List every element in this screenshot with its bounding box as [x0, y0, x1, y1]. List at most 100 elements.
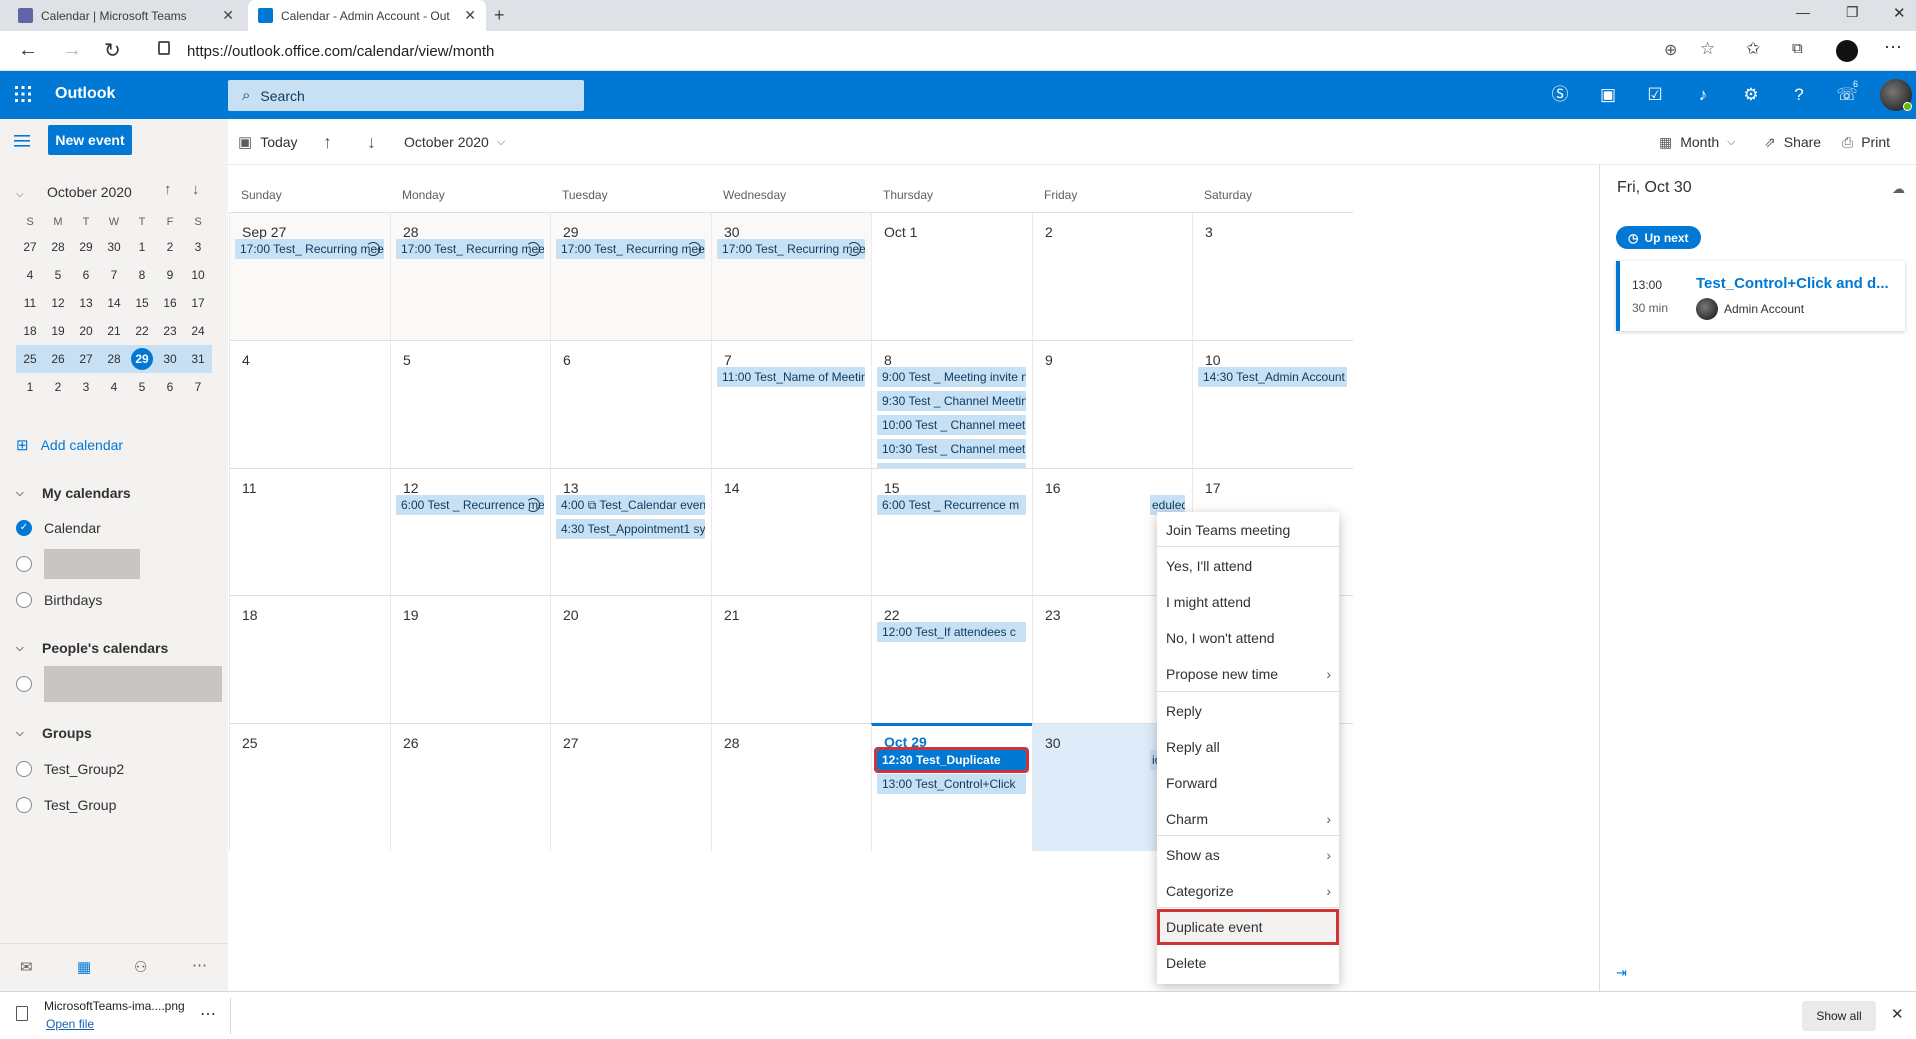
mini-day[interactable]: 19	[44, 317, 72, 345]
day-cell[interactable]: 9	[1032, 340, 1192, 468]
minimize-icon[interactable]: —	[1796, 4, 1810, 20]
mini-day[interactable]: 13	[72, 289, 100, 317]
restore-icon[interactable]: ❐	[1846, 4, 1859, 21]
mini-day[interactable]: 25	[16, 345, 44, 373]
calendar-event[interactable]: 10:00 Test _ Channel meeting in	[877, 415, 1026, 435]
mini-day[interactable]: 2	[156, 233, 184, 261]
day-cell[interactable]: 27	[550, 723, 711, 851]
open-file-link[interactable]: Open file	[46, 1017, 94, 1031]
mini-day[interactable]: 4	[100, 373, 128, 401]
day-cell[interactable]: 12	[390, 468, 550, 595]
agenda-event-card[interactable]: 13:00 30 min Test_Control+Click and d...…	[1616, 261, 1905, 331]
calendar-event[interactable]: 9:00 Test _ Meeting invite notific	[877, 367, 1026, 387]
print-button[interactable]: ⎙ Print	[1842, 119, 1890, 165]
office-icon[interactable]: ▣	[1597, 84, 1619, 106]
favorite-icon[interactable]: ☆	[1700, 39, 1715, 59]
calendar-item-redacted[interactable]	[0, 549, 140, 579]
day-cell[interactable]: 15	[871, 468, 1032, 595]
today-button[interactable]: ▣ Today	[238, 119, 298, 165]
unchecked-circle-icon[interactable]	[16, 676, 32, 692]
group-item-test-group[interactable]: Test_Group	[0, 791, 116, 819]
notifications-icon[interactable]: ♪	[1692, 84, 1714, 106]
new-tab-icon[interactable]: +	[494, 5, 505, 26]
mini-day[interactable]: 31	[184, 345, 212, 373]
menu-item-forward[interactable]: Forward	[1157, 765, 1339, 801]
back-icon[interactable]: ←	[18, 39, 38, 62]
mini-calendar-title[interactable]: October 2020	[47, 184, 132, 200]
mini-day[interactable]: 3	[184, 233, 212, 261]
mini-day[interactable]: 17	[184, 289, 212, 317]
share-button[interactable]: ⇗ Share	[1764, 119, 1821, 165]
mini-day[interactable]: 21	[100, 317, 128, 345]
mini-day[interactable]: 18	[16, 317, 44, 345]
mail-icon[interactable]: ✉	[20, 958, 33, 976]
help-icon[interactable]: ?	[1788, 84, 1810, 106]
day-cell[interactable]: 3	[1192, 212, 1353, 340]
checkmark-icon[interactable]: ✓	[16, 520, 32, 536]
mini-day[interactable]: 29	[72, 233, 100, 261]
skype-icon[interactable]: Ⓢ	[1549, 84, 1571, 106]
calendar-event[interactable]: 17:00 Test_ Recurring meetir	[556, 239, 705, 259]
mini-day[interactable]: 10	[184, 261, 212, 289]
more-apps-icon[interactable]: ⋯	[192, 956, 207, 974]
weather-cloud-icon[interactable]: ☁	[1892, 181, 1905, 197]
menu-item-accept[interactable]: Yes, I'll attend	[1157, 548, 1339, 584]
mini-day[interactable]: 15	[128, 289, 156, 317]
menu-item-reply-all[interactable]: Reply all	[1157, 729, 1339, 765]
app-launcher-icon[interactable]	[14, 85, 32, 103]
peoples-calendars-section[interactable]: ⌵ People's calendars	[0, 634, 168, 662]
mini-day[interactable]: 24	[184, 317, 212, 345]
mini-day[interactable]: 30	[100, 233, 128, 261]
day-cell[interactable]: 11	[229, 468, 390, 595]
mini-day[interactable]: 4	[16, 261, 44, 289]
day-cell[interactable]: 7	[711, 340, 871, 468]
show-all-button[interactable]: Show all	[1802, 1001, 1876, 1031]
my-day-icon[interactable]: ☑	[1644, 84, 1666, 106]
calendar-event[interactable]: 10:30 Test _ Channel meeting in	[877, 439, 1026, 459]
unchecked-circle-icon[interactable]	[16, 592, 32, 608]
mini-day[interactable]: 30	[156, 345, 184, 373]
mini-day[interactable]: 23	[156, 317, 184, 345]
calendar-event[interactable]: 11:00 Test_Name of Meeting Re	[717, 367, 865, 387]
day-cell[interactable]: 19	[390, 595, 550, 723]
favorites-icon[interactable]: ✩	[1746, 39, 1760, 59]
unchecked-circle-icon[interactable]	[16, 797, 32, 813]
day-cell[interactable]: 2	[1032, 212, 1192, 340]
window-close-icon[interactable]: ✕	[1893, 4, 1906, 22]
day-cell[interactable]: 25	[229, 723, 390, 851]
day-cell[interactable]: 28	[711, 723, 871, 851]
day-cell[interactable]: 10	[1192, 340, 1353, 468]
mini-day[interactable]: 29	[128, 345, 156, 373]
url-field[interactable]: https://outlook.office.com/calendar/view…	[145, 36, 1705, 66]
browser-tab-teams[interactable]: Calendar | Microsoft Teams ✕	[8, 0, 244, 31]
mini-day[interactable]: 11	[16, 289, 44, 317]
menu-item-show-as[interactable]: Show as ›	[1157, 837, 1339, 873]
people-icon[interactable]: ⚇	[134, 958, 147, 976]
next-month-icon[interactable]: ↓	[367, 119, 376, 165]
day-cell[interactable]: 29	[550, 212, 711, 340]
group-item-test-group2[interactable]: Test_Group2	[0, 755, 124, 783]
calendar-event[interactable]: 4:30 Test_Appointment1 sync	[556, 519, 705, 539]
menu-item-propose-new-time[interactable]: Propose new time ›	[1157, 656, 1339, 692]
add-icon[interactable]: ⊕	[1664, 40, 1677, 60]
add-calendar-link[interactable]: ⊞ Add calendar	[0, 431, 123, 459]
menu-item-join-teams-meeting[interactable]: Join Teams meeting	[1157, 512, 1339, 548]
expand-pane-icon[interactable]: ⇥	[1616, 965, 1627, 981]
hamburger-icon[interactable]	[14, 135, 30, 147]
day-cell[interactable]: 5	[390, 340, 550, 468]
new-event-button[interactable]: New event	[48, 125, 132, 155]
day-cell[interactable]: 4	[229, 340, 390, 468]
my-calendars-section[interactable]: ⌵ My calendars	[0, 479, 131, 507]
profile-avatar[interactable]	[1836, 40, 1858, 62]
mini-day[interactable]: 5	[128, 373, 156, 401]
calendar-icon[interactable]: ▦	[77, 958, 91, 976]
menu-item-delete[interactable]: Delete	[1157, 945, 1339, 981]
day-cell[interactable]: 21	[711, 595, 871, 723]
mini-day[interactable]: 8	[128, 261, 156, 289]
mini-day[interactable]: 12	[44, 289, 72, 317]
browser-tab-outlook[interactable]: Calendar - Admin Account - Out ✕	[248, 0, 486, 31]
calendar-event[interactable]: 17:00 Test_ Recurring meetir	[396, 239, 544, 259]
day-cell[interactable]: 20	[550, 595, 711, 723]
day-cell[interactable]: Oct 1	[871, 212, 1032, 340]
menu-item-charm[interactable]: Charm ›	[1157, 801, 1339, 837]
